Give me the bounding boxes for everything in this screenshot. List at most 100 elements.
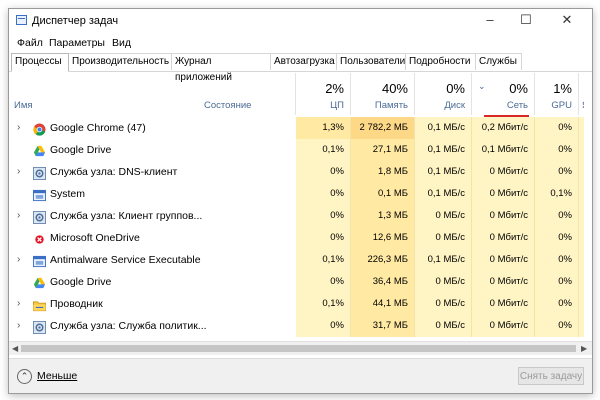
expand-chevron-icon[interactable]: › — [17, 293, 20, 315]
tab-performance[interactable]: Производительность — [69, 53, 172, 70]
column-header-network[interactable]: ⌄ 0% Сеть — [472, 73, 535, 117]
expand-chevron-icon[interactable]: › — [17, 117, 20, 139]
title-bar: Диспетчер задач – ☐ ✕ — [9, 9, 592, 33]
gpu-engine-cell — [579, 139, 584, 161]
chevron-up-circle-icon[interactable]: ⌃ — [17, 369, 32, 384]
column-header-disk[interactable]: 0% Диск — [415, 73, 472, 115]
service-gear-icon — [33, 210, 46, 224]
gpu-cell: 0% — [535, 293, 579, 315]
process-name: Служба узла: Служба политик... — [50, 320, 207, 332]
memory-cell: 226,3 МБ — [351, 249, 415, 271]
column-header-memory[interactable]: 40% Память — [351, 73, 415, 115]
fewer-details-link[interactable]: Меньше — [37, 370, 77, 382]
menu-options[interactable]: Параметры — [49, 37, 105, 49]
memory-cell: 1,8 МБ — [351, 161, 415, 183]
process-row[interactable]: Microsoft OneDrive 0% 12,6 МБ 0 МБ/с 0 Мбит/… — [9, 227, 584, 249]
cpu-cell: 0,1% — [296, 139, 351, 161]
gpu-cell: 0% — [535, 161, 579, 183]
cpu-cell: 0% — [296, 315, 351, 337]
network-cell: 0 Мбит/с — [472, 315, 535, 337]
expand-chevron-icon[interactable]: › — [17, 249, 20, 271]
cpu-total-percent: 2% — [325, 81, 344, 96]
process-row[interactable]: › Служба узла: Клиент группов... 0% 1,3 МБ 0… — [9, 205, 584, 227]
network-cell: 0 Мбит/с — [472, 249, 535, 271]
gpu-column-label: GPU — [551, 100, 572, 111]
gpu-cell: 0% — [535, 271, 579, 293]
expand-chevron-icon[interactable]: › — [17, 205, 20, 227]
system-window-icon — [33, 254, 46, 268]
menu-bar: Файл Параметры Вид — [9, 34, 592, 52]
gpu-engine-column-label: Яд — [582, 100, 584, 111]
scroll-left-icon[interactable]: ◀ — [12, 342, 18, 355]
footer-bar: ⌃ Меньше Снять задачу — [9, 358, 592, 393]
disk-cell: 0,1 МБ/с — [415, 139, 472, 161]
process-row[interactable]: › Служба узла: DNS-клиент 0% 1,8 МБ 0,1 МБ/с… — [9, 161, 584, 183]
horizontal-scrollbar[interactable]: ◀ ▶ — [9, 341, 592, 355]
process-name: Google Drive — [50, 144, 112, 156]
tab-services[interactable]: Службы — [476, 53, 522, 70]
google-drive-icon — [33, 144, 46, 157]
process-name: Microsoft OneDrive — [50, 232, 140, 244]
disk-cell: 0 МБ/с — [415, 227, 472, 249]
gpu-total-percent: 1% — [553, 81, 572, 96]
cpu-cell: 0,1% — [296, 249, 351, 271]
tab-details[interactable]: Подробности — [406, 53, 476, 70]
menu-file[interactable]: Файл — [17, 37, 43, 49]
chrome-icon — [33, 122, 46, 136]
disk-cell: 0,1 МБ/с — [415, 161, 472, 183]
tab-startup[interactable]: Автозагрузка — [271, 53, 337, 70]
expand-chevron-icon[interactable]: › — [17, 161, 20, 183]
network-total-percent: 0% — [509, 81, 528, 96]
memory-cell: 36,4 МБ — [351, 271, 415, 293]
process-table: Имя Состояние 2% ЦП 40% Память 0% Диск ⌄… — [9, 73, 584, 341]
tab-processes[interactable]: Процессы — [11, 53, 69, 72]
cpu-column-label: ЦП — [330, 100, 344, 111]
onedrive-error-icon — [33, 232, 46, 245]
tab-bar: Процессы Производительность Журнал прило… — [9, 53, 592, 83]
process-name-cell: Microsoft OneDrive — [9, 227, 296, 249]
column-header-name[interactable]: Имя — [9, 73, 199, 115]
process-row[interactable]: › Служба узла: Служба политик... 0% 31,7 МБ… — [9, 315, 584, 337]
minimize-button[interactable]: – — [472, 9, 508, 33]
column-header-gpu[interactable]: 1% GPU — [535, 73, 579, 115]
process-row[interactable]: › Antimalware Service Executable 0,1% 226,3… — [9, 249, 584, 271]
network-cell: 0 Мбит/с — [472, 161, 535, 183]
expand-chevron-icon[interactable]: › — [17, 315, 20, 337]
process-name: System — [50, 188, 86, 200]
service-gear-icon — [33, 320, 46, 334]
cpu-cell: 0,1% — [296, 293, 351, 315]
process-row[interactable]: › Google Chrome (47) 1,3% 2 782,2 МБ 0,1 МБ/… — [9, 117, 584, 139]
maximize-button[interactable]: ☐ — [508, 9, 544, 33]
disk-total-percent: 0% — [446, 81, 465, 96]
process-name: Служба узла: Клиент группов... — [50, 210, 203, 222]
process-name-cell: › Служба узла: DNS-клиент — [9, 161, 296, 183]
google-drive-icon — [33, 276, 46, 289]
process-name: Проводник — [50, 298, 103, 310]
close-button[interactable]: ✕ — [549, 9, 585, 33]
tab-users[interactable]: Пользователи — [337, 53, 406, 70]
cpu-cell: 0% — [296, 271, 351, 293]
gpu-engine-cell — [579, 161, 584, 183]
scroll-right-icon[interactable]: ▶ — [581, 342, 587, 355]
disk-cell: 0,1 МБ/с — [415, 183, 472, 205]
process-name-cell: Google Drive — [9, 271, 296, 293]
menu-view[interactable]: Вид — [112, 37, 131, 49]
network-cell: 0 Мбит/с — [472, 227, 535, 249]
process-name: Служба узла: DNS-клиент — [50, 166, 178, 178]
tab-app-history[interactable]: Журнал приложений — [172, 53, 271, 83]
gpu-engine-cell — [579, 315, 584, 337]
column-header-cpu[interactable]: 2% ЦП — [296, 73, 351, 115]
process-row[interactable]: System 0% 0,1 МБ 0,1 МБ/с 0 Мбит/с 0,1% — [9, 183, 584, 205]
column-header-gpu-engine[interactable]: Яд — [579, 73, 584, 115]
column-header-status[interactable]: Состояние — [199, 73, 296, 115]
process-row[interactable]: Google Drive 0,1% 27,1 МБ 0,1 МБ/с 0,1 Мбит/… — [9, 139, 584, 161]
process-name-cell: System — [9, 183, 296, 205]
end-task-button[interactable]: Снять задачу — [518, 367, 584, 385]
scrollbar-thumb[interactable] — [21, 345, 576, 352]
process-row[interactable]: › Проводник 0,1% 44,1 МБ 0 МБ/с 0 Мбит/с 0% — [9, 293, 584, 315]
memory-column-label: Память — [374, 100, 408, 111]
disk-cell: 0 МБ/с — [415, 293, 472, 315]
process-row[interactable]: Google Drive 0% 36,4 МБ 0 МБ/с 0 Мбит/с 0% — [9, 271, 584, 293]
disk-cell: 0 МБ/с — [415, 315, 472, 337]
column-name-label: Имя — [14, 100, 33, 111]
